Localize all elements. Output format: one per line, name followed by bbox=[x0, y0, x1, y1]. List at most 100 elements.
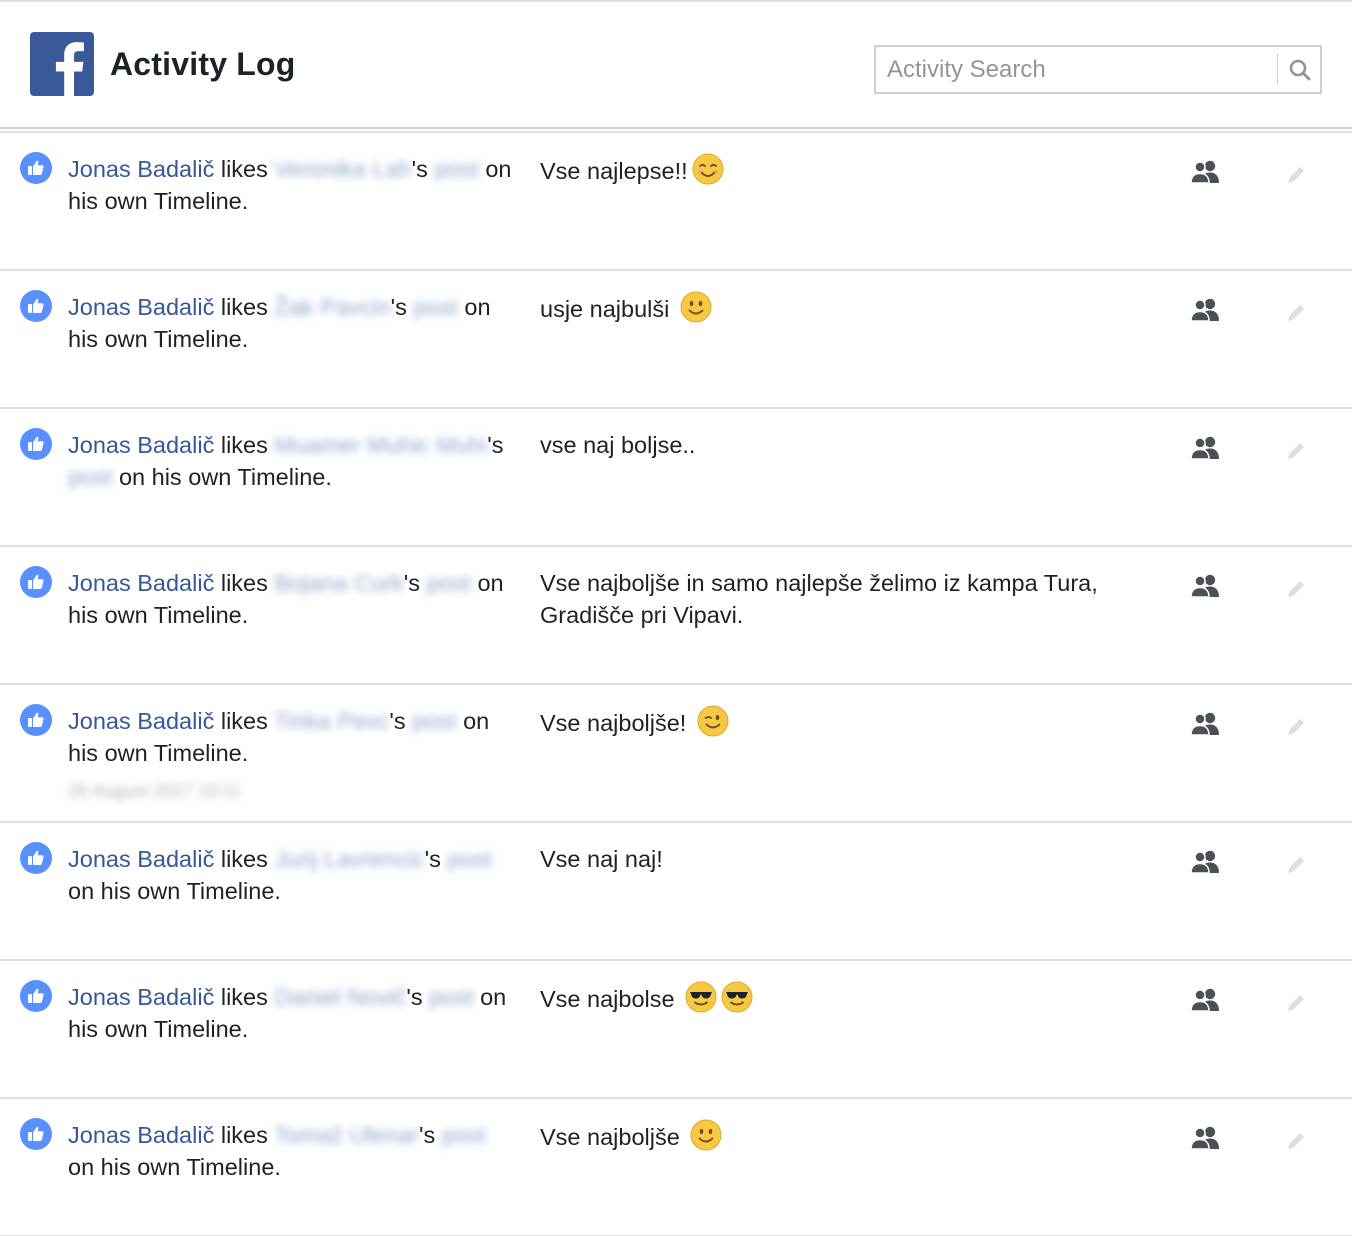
possessive-text: 's bbox=[424, 846, 441, 872]
pencil-edit-icon[interactable] bbox=[1284, 301, 1308, 325]
comment-body: Vse najboljše! bbox=[540, 710, 687, 736]
comment-body: Vse najboljše bbox=[540, 1124, 680, 1150]
facebook-logo-icon[interactable] bbox=[30, 32, 94, 96]
timeline-text: on his own Timeline. bbox=[68, 878, 281, 904]
activity-row: Jonas Badalič likes Tinka Pevc's post on… bbox=[0, 685, 1352, 823]
timeline-text: on his own Timeline. bbox=[68, 1154, 281, 1180]
verb-text: likes bbox=[214, 570, 275, 596]
actor-link[interactable]: Jonas Badalič bbox=[68, 294, 214, 320]
possessive-text: 's bbox=[411, 156, 428, 182]
friends-audience-icon[interactable] bbox=[1190, 297, 1222, 323]
redacted-post-link[interactable]: post bbox=[68, 464, 112, 490]
comment-text: vse naj boljse.. bbox=[540, 429, 1150, 461]
page-title: Activity Log bbox=[110, 46, 296, 82]
possessive-text: 's bbox=[418, 1122, 436, 1148]
redacted-friend-name[interactable]: Muamer Muhic Muhi bbox=[274, 432, 487, 458]
possessive-text: 's bbox=[403, 570, 420, 596]
comment-body: Vse naj naj! bbox=[540, 846, 663, 872]
comment-text: usje najbulši bbox=[540, 291, 1150, 325]
activity-row: Jonas Badalič likes Daniel Novič's post … bbox=[0, 961, 1352, 1099]
verb-text: likes bbox=[214, 156, 275, 182]
activity-summary: Jonas Badalič likes Jurij Lavrencic's po… bbox=[68, 843, 518, 907]
verb-text: likes bbox=[214, 846, 275, 872]
verb-text: likes bbox=[214, 1122, 274, 1148]
possessive-text: 's bbox=[389, 708, 406, 734]
smiling-blush-emoji-icon bbox=[688, 153, 724, 185]
search-icon bbox=[1289, 59, 1311, 80]
redacted-friend-name[interactable]: Daniel Novič bbox=[274, 984, 406, 1010]
redacted-friend-name[interactable]: Bojana Curk bbox=[274, 570, 403, 596]
activity-row: Jonas Badalič likes Bojana Curk's post o… bbox=[0, 547, 1352, 685]
pencil-edit-icon[interactable] bbox=[1284, 991, 1308, 1015]
actor-link[interactable]: Jonas Badalič bbox=[68, 1122, 214, 1148]
verb-text: likes bbox=[214, 294, 275, 320]
comment-text: Vse najboljše bbox=[540, 1119, 1150, 1153]
comment-text: Vse najboljše! bbox=[540, 705, 1150, 739]
comment-text: Vse najboljše in samo najlepše želimo iz… bbox=[540, 567, 1150, 631]
actor-link[interactable]: Jonas Badalič bbox=[68, 846, 214, 872]
friends-audience-icon[interactable] bbox=[1190, 711, 1222, 737]
pencil-edit-icon[interactable] bbox=[1284, 439, 1308, 463]
comment-text: Vse najbolse bbox=[540, 981, 1150, 1015]
like-thumb-icon bbox=[20, 980, 52, 1012]
activity-row: Jonas Badalič likes Muamer Muhic Muhi's … bbox=[0, 409, 1352, 547]
activity-summary: Jonas Badalič likes Bojana Curk's post o… bbox=[68, 567, 518, 631]
comment-body: usje najbulši bbox=[540, 296, 670, 322]
redacted-post-link[interactable]: post bbox=[412, 708, 456, 734]
like-thumb-icon bbox=[20, 842, 52, 874]
activity-summary: Jonas Badalič likes Muamer Muhic Muhi's … bbox=[68, 429, 518, 493]
actor-link[interactable]: Jonas Badalič bbox=[68, 156, 214, 182]
search-button[interactable] bbox=[1280, 47, 1320, 92]
like-thumb-icon bbox=[20, 704, 52, 736]
activity-summary: Jonas Badalič likes Tinka Pevc's post on… bbox=[68, 705, 518, 769]
actor-link[interactable]: Jonas Badalič bbox=[68, 984, 214, 1010]
header: Activity Log bbox=[0, 2, 1352, 128]
search-input[interactable] bbox=[876, 47, 1276, 92]
possessive-text: 's bbox=[390, 294, 407, 320]
activity-row: Jonas Badalič likes Veronika Lah's post … bbox=[0, 133, 1352, 271]
possessive-text: 's bbox=[487, 432, 504, 458]
redacted-friend-name[interactable]: Tomaž Ulenar bbox=[274, 1122, 419, 1148]
redacted-post-link[interactable]: post bbox=[413, 294, 457, 320]
verb-text: likes bbox=[214, 708, 274, 734]
actor-link[interactable]: Jonas Badalič bbox=[68, 432, 214, 458]
friends-audience-icon[interactable] bbox=[1190, 1125, 1222, 1151]
pencil-edit-icon[interactable] bbox=[1284, 853, 1308, 877]
activity-list: Jonas Badalič likes Veronika Lah's post … bbox=[0, 133, 1352, 1236]
activity-summary: Jonas Badalič likes Daniel Novič's post … bbox=[68, 981, 518, 1045]
redacted-post-link[interactable]: post bbox=[429, 984, 473, 1010]
pencil-edit-icon[interactable] bbox=[1284, 715, 1308, 739]
friends-audience-icon[interactable] bbox=[1190, 435, 1222, 461]
redacted-post-link[interactable]: post bbox=[434, 156, 478, 182]
activity-row: Jonas Badalič likes Jurij Lavrencic's po… bbox=[0, 823, 1352, 961]
verb-text: likes bbox=[214, 432, 275, 458]
like-thumb-icon bbox=[20, 152, 52, 184]
redacted-post-link[interactable]: post bbox=[427, 570, 471, 596]
comment-body: Vse najlepse!! bbox=[540, 158, 688, 184]
pencil-edit-icon[interactable] bbox=[1284, 1129, 1308, 1153]
wink-emoji-icon bbox=[686, 705, 729, 737]
verb-text: likes bbox=[214, 984, 275, 1010]
redacted-friend-name[interactable]: Žak Pavcin bbox=[274, 294, 390, 320]
pencil-edit-icon[interactable] bbox=[1284, 577, 1308, 601]
redacted-post-link[interactable]: post bbox=[447, 846, 491, 872]
slight-smile-emoji-icon bbox=[680, 1119, 723, 1151]
comment-body: vse naj boljse.. bbox=[540, 432, 696, 458]
actor-link[interactable]: Jonas Badalič bbox=[68, 570, 214, 596]
pencil-edit-icon[interactable] bbox=[1284, 163, 1308, 187]
search-divider bbox=[1277, 54, 1278, 85]
friends-audience-icon[interactable] bbox=[1190, 849, 1222, 875]
actor-link[interactable]: Jonas Badalič bbox=[68, 708, 214, 734]
redacted-post-link[interactable]: post bbox=[442, 1122, 486, 1148]
possessive-text: 's bbox=[406, 984, 423, 1010]
comment-body: Vse najboljše in samo najlepše želimo iz… bbox=[540, 570, 1098, 628]
like-thumb-icon bbox=[20, 428, 52, 460]
redacted-timestamp[interactable]: 26 August 2017 10:11 bbox=[68, 779, 242, 803]
sunglasses-emoji-icon bbox=[675, 981, 754, 1013]
redacted-friend-name[interactable]: Veronika Lah bbox=[274, 156, 411, 182]
friends-audience-icon[interactable] bbox=[1190, 159, 1222, 185]
redacted-friend-name[interactable]: Jurij Lavrencic bbox=[274, 846, 424, 872]
friends-audience-icon[interactable] bbox=[1190, 573, 1222, 599]
redacted-friend-name[interactable]: Tinka Pevc bbox=[274, 708, 389, 734]
friends-audience-icon[interactable] bbox=[1190, 987, 1222, 1013]
